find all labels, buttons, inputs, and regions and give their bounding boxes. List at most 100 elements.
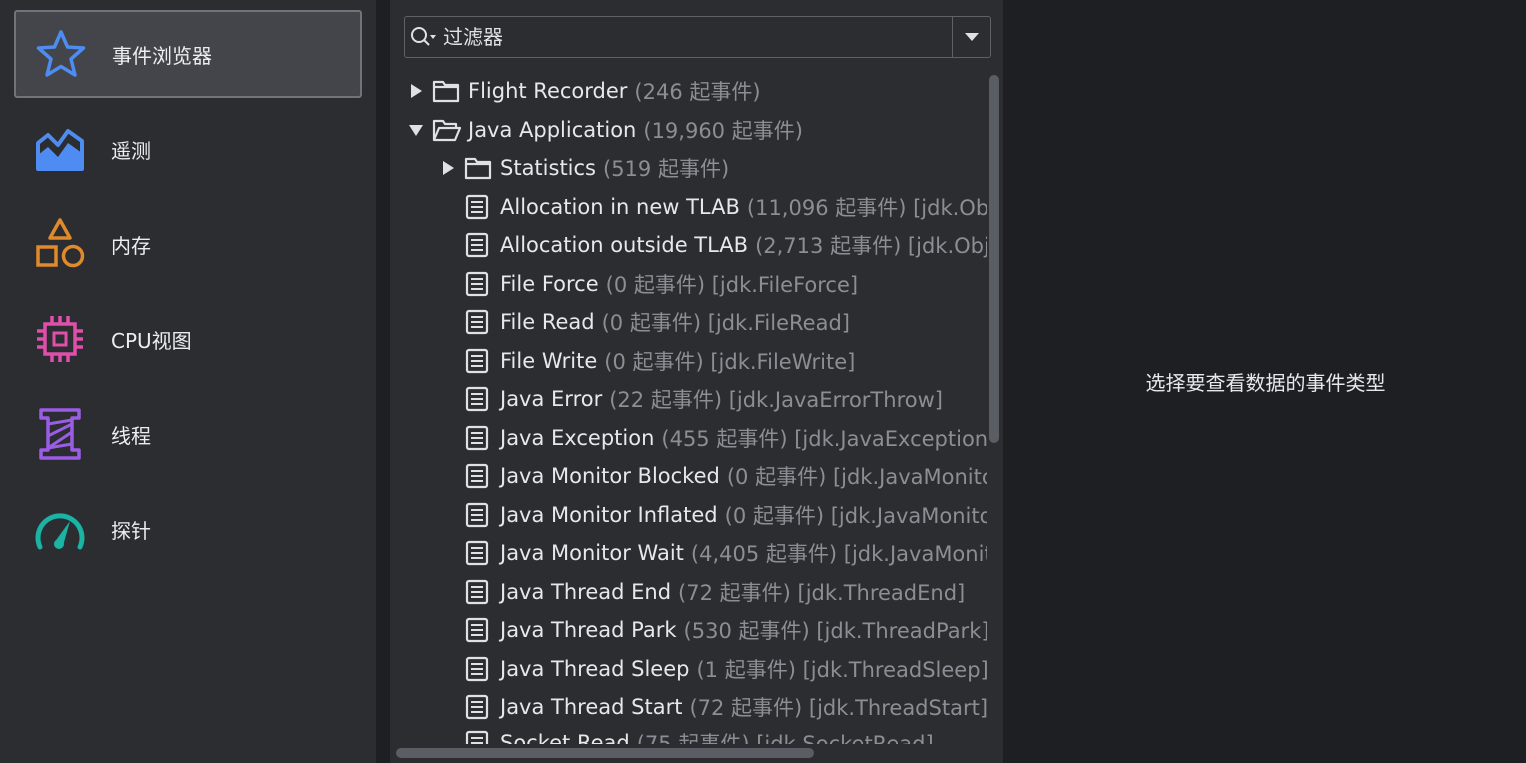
tree-event-row[interactable]: Java Thread Sleep (1 起事件) [jdk.ThreadSle… <box>464 650 987 688</box>
horizontal-scrollbar[interactable] <box>396 748 814 758</box>
tree-item-name: Java Monitor Inflated <box>500 503 718 527</box>
telemetry-chart-icon <box>31 120 89 178</box>
tree-item-meta: (519 起事件) <box>603 157 730 181</box>
event-document-icon <box>464 342 498 380</box>
event-document-icon <box>464 724 498 744</box>
tree-event-row[interactable]: File Force (0 起事件) [jdk.FileForce] <box>464 265 858 303</box>
expand-arrow-icon[interactable] <box>432 160 464 176</box>
tree-event-row[interactable]: Java Exception (455 起事件) [jdk.JavaExcept… <box>464 419 987 457</box>
tree-item-name: Statistics <box>500 156 596 180</box>
tree-item-name: Flight Recorder <box>468 79 628 103</box>
tree-event-row[interactable]: File Read (0 起事件) [jdk.FileRead] <box>464 303 850 341</box>
tree-event-row[interactable]: Java Monitor Blocked (0 起事件) [jdk.JavaMo… <box>464 457 987 495</box>
tree-event-row[interactable]: Allocation in new TLAB (11,096 起事件) [jdk… <box>464 188 987 226</box>
nav-item-memory[interactable]: 内存 <box>14 200 362 288</box>
tree-event-row[interactable]: Java Thread End (72 起事件) [jdk.ThreadEnd] <box>464 573 965 611</box>
nav-label: 内存 <box>111 233 151 258</box>
nav-item-event-browser[interactable]: 事件浏览器 <box>14 10 362 98</box>
nav-label: 探针 <box>111 518 151 543</box>
tree-item-meta: (0 起事件) [jdk.FileWrite] <box>604 350 856 374</box>
event-document-icon <box>464 188 498 226</box>
shapes-icon <box>31 215 89 273</box>
tree-folder-row[interactable]: Statistics (519 起事件) <box>432 149 729 187</box>
tree-event-row[interactable]: File Write (0 起事件) [jdk.FileWrite] <box>464 342 855 380</box>
event-document-icon <box>464 573 498 611</box>
star-icon <box>32 25 90 83</box>
vertical-scrollbar[interactable] <box>989 75 999 443</box>
tree-item-meta: (1 起事件) [jdk.ThreadSleep] <box>696 658 987 682</box>
thread-spool-icon <box>31 405 89 463</box>
event-document-icon <box>464 496 498 534</box>
nav-label: 遥测 <box>111 138 151 163</box>
tree-item-name: Java Thread Park <box>500 618 677 642</box>
tree-event-row[interactable]: Allocation outside TLAB (2,713 起事件) [jdk… <box>464 226 987 264</box>
tree-item-name: Java Thread End <box>500 580 672 604</box>
collapse-arrow-icon[interactable] <box>400 123 432 137</box>
tree-event-row[interactable]: Java Thread Park (530 起事件) [jdk.ThreadPa… <box>464 611 987 649</box>
tree-item-meta: (0 起事件) [jdk.JavaMonitorEnter] <box>726 465 987 489</box>
tree-item-meta: (455 起事件) [jdk.JavaExceptionThrow] <box>661 427 987 451</box>
tree-event-row[interactable]: Java Error (22 起事件) [jdk.JavaErrorThrow] <box>464 380 943 418</box>
nav-item-probes[interactable]: 探针 <box>14 485 362 573</box>
tree-item-meta: (11,096 起事件) [jdk.ObjectAllocationInNewT… <box>746 196 987 220</box>
empty-state-message: 选择要查看数据的事件类型 <box>1145 371 1386 395</box>
gauge-icon <box>31 500 89 558</box>
expand-arrow-icon[interactable] <box>400 83 432 99</box>
tree-event-row[interactable]: Java Monitor Wait (4,405 起事件) [jdk.JavaM… <box>464 534 987 572</box>
tree-item-meta: (530 起事件) [jdk.ThreadPark] <box>683 619 987 643</box>
tree-item-name: File Read <box>500 310 595 334</box>
event-document-icon <box>464 534 498 572</box>
filter-dropdown-button[interactable] <box>952 17 990 57</box>
tree-item-name: Socket Read <box>500 731 630 744</box>
tree-item-name: File Write <box>500 349 598 373</box>
event-tree-panel: Flight Recorder (246 起事件) Java Applicati… <box>390 0 1004 763</box>
tree-item-meta: (22 起事件) [jdk.JavaErrorThrow] <box>609 388 943 412</box>
nav-item-cpu-view[interactable]: CPU视图 <box>14 295 362 383</box>
tree-event-row[interactable]: Java Monitor Inflated (0 起事件) [jdk.JavaM… <box>464 496 987 534</box>
event-document-icon <box>464 380 498 418</box>
filter-box <box>404 16 991 58</box>
tree-item-meta: (0 起事件) [jdk.JavaMonitorInflate] <box>724 504 987 528</box>
tree-item-name: Java Monitor Blocked <box>500 464 720 488</box>
chevron-down-icon <box>964 33 979 41</box>
tree-item-meta: (72 起事件) [jdk.ThreadEnd] <box>678 581 966 605</box>
filter-input[interactable] <box>443 18 952 56</box>
tree-item-meta: (0 起事件) [jdk.FileRead] <box>601 311 850 335</box>
nav-item-telemetry[interactable]: 遥测 <box>14 105 362 193</box>
tree-item-name: Allocation outside TLAB <box>500 233 749 257</box>
tree-event-row[interactable]: Java Thread Start (72 起事件) [jdk.ThreadSt… <box>464 688 987 726</box>
sidebar: 事件浏览器 遥测 内存 CPU视图 线程 探针 <box>0 0 377 763</box>
tree-event-row[interactable]: Socket Read (75 起事件) [jdk.SocketRead] <box>464 724 934 744</box>
tree-item-name: Java Error <box>500 387 603 411</box>
tree-item-meta: (19,960 起事件) <box>643 119 803 143</box>
tree-item-name: Allocation in new TLAB <box>500 195 740 219</box>
event-document-icon <box>464 688 498 726</box>
event-document-icon <box>464 419 498 457</box>
tree-folder-row[interactable]: Java Application (19,960 起事件) <box>400 111 803 149</box>
event-document-icon <box>464 265 498 303</box>
tree-item-meta: (246 起事件) <box>634 80 761 104</box>
nav-label: 事件浏览器 <box>112 43 212 68</box>
nav-item-threads[interactable]: 线程 <box>14 390 362 478</box>
folder-open-icon <box>432 111 466 149</box>
folder-icon <box>432 72 466 110</box>
tree-item-name: Java Monitor Wait <box>500 541 684 565</box>
tree-item-name: Java Thread Sleep <box>500 657 690 681</box>
tree-item-meta: (0 起事件) [jdk.FileForce] <box>605 273 859 297</box>
tree-item-meta: (2,713 起事件) [jdk.ObjectAllocationOutside… <box>755 234 987 258</box>
tree-item-name: Java Application <box>468 118 637 142</box>
search-icon[interactable] <box>405 17 443 57</box>
event-document-icon <box>464 226 498 264</box>
tree-item-meta: (4,405 起事件) [jdk.JavaMonitorWait] <box>690 542 987 566</box>
event-document-icon <box>464 457 498 495</box>
tree-item-name: Java Exception <box>500 426 655 450</box>
tree-item-meta: (75 起事件) [jdk.SocketRead] <box>636 732 934 744</box>
event-tree: Flight Recorder (246 起事件) Java Applicati… <box>400 72 987 744</box>
event-document-icon <box>464 650 498 688</box>
tree-item-name: Java Thread Start <box>500 695 683 719</box>
nav-label: CPU视图 <box>111 328 192 353</box>
event-document-icon <box>464 303 498 341</box>
tree-folder-row[interactable]: Flight Recorder (246 起事件) <box>400 72 761 110</box>
tree-item-meta: (72 起事件) [jdk.ThreadStart] <box>689 696 987 720</box>
event-document-icon <box>464 611 498 649</box>
